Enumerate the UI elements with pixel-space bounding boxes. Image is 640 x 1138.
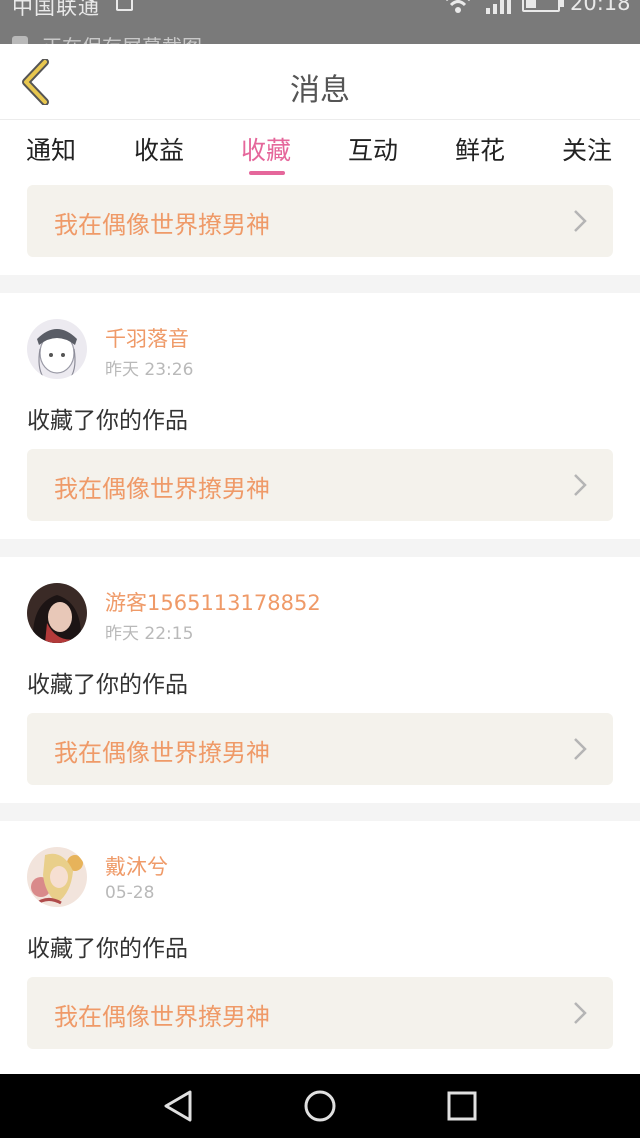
system-nav-bar bbox=[0, 1074, 640, 1138]
chevron-right-icon bbox=[574, 474, 587, 496]
page-title: 消息 bbox=[290, 73, 350, 108]
tab-bar: 通知 收益 收藏 互动 鲜花 关注 bbox=[0, 121, 640, 179]
chevron-right-icon bbox=[574, 1002, 587, 1024]
username[interactable]: 游客1565113178852 bbox=[105, 587, 321, 617]
message-list: 我在偶像世界撩男神 千羽落音 昨天 23:26 收藏了你的作品 我在偶像世界撩男… bbox=[0, 179, 640, 1074]
message-card: 戴沐兮 05-28 收藏了你的作品 我在偶像世界撩男神 bbox=[0, 821, 640, 1074]
work-link[interactable]: 我在偶像世界撩男神 bbox=[27, 185, 613, 257]
work-title: 我在偶像世界撩男神 bbox=[54, 1003, 270, 1031]
tab-following[interactable]: 关注 bbox=[562, 131, 612, 167]
timestamp: 昨天 22:15 bbox=[105, 624, 194, 644]
message-card: 千羽落音 昨天 23:26 收藏了你的作品 我在偶像世界撩男神 bbox=[0, 293, 640, 539]
sim-icon bbox=[116, 0, 133, 11]
signal-icon bbox=[486, 0, 511, 14]
work-link[interactable]: 我在偶像世界撩男神 bbox=[27, 449, 613, 521]
message-card: 游客1565113178852 昨天 22:15 收藏了你的作品 我在偶像世界撩… bbox=[0, 557, 640, 803]
username[interactable]: 戴沐兮 bbox=[105, 851, 168, 881]
tab-notifications[interactable]: 通知 bbox=[26, 131, 76, 167]
work-title: 我在偶像世界撩男神 bbox=[54, 475, 270, 503]
screenshot-notice: 正在保存屏幕截图... bbox=[42, 31, 221, 44]
square-recents-icon bbox=[447, 1091, 477, 1121]
battery-icon bbox=[522, 0, 564, 12]
carrier-name: 中国联通 bbox=[12, 0, 100, 19]
tab-flowers[interactable]: 鲜花 bbox=[455, 131, 505, 167]
message-text: 收藏了你的作品 bbox=[27, 936, 188, 962]
tab-interactions[interactable]: 互动 bbox=[348, 131, 398, 167]
app-header: 消息 bbox=[0, 44, 640, 120]
work-title: 我在偶像世界撩男神 bbox=[54, 211, 270, 239]
username[interactable]: 千羽落音 bbox=[105, 323, 189, 353]
chevron-right-icon bbox=[574, 210, 587, 232]
active-tab-indicator bbox=[249, 171, 285, 175]
screenshot-icon bbox=[12, 36, 28, 44]
clock: 20:18 bbox=[570, 0, 631, 15]
circle-home-icon bbox=[304, 1090, 336, 1122]
nav-home-button[interactable] bbox=[298, 1084, 342, 1128]
tab-earnings[interactable]: 收益 bbox=[134, 131, 184, 167]
triangle-back-icon bbox=[164, 1090, 192, 1122]
work-link[interactable]: 我在偶像世界撩男神 bbox=[27, 977, 613, 1049]
chevron-right-icon bbox=[574, 738, 587, 760]
nav-back-button[interactable] bbox=[156, 1084, 200, 1128]
nav-recents-button[interactable] bbox=[440, 1084, 484, 1128]
avatar[interactable] bbox=[27, 847, 87, 907]
message-text: 收藏了你的作品 bbox=[27, 408, 188, 434]
message-card: 我在偶像世界撩男神 bbox=[0, 179, 640, 275]
status-bar: 中国联通 正在保存屏幕截图... 20:18 bbox=[0, 0, 640, 44]
work-title: 我在偶像世界撩男神 bbox=[54, 739, 270, 767]
avatar[interactable] bbox=[27, 319, 87, 379]
timestamp: 05-28 bbox=[105, 883, 155, 903]
work-link[interactable]: 我在偶像世界撩男神 bbox=[27, 713, 613, 785]
tab-favorites[interactable]: 收藏 bbox=[241, 131, 291, 167]
timestamp: 昨天 23:26 bbox=[105, 360, 194, 380]
avatar[interactable] bbox=[27, 583, 87, 643]
message-text: 收藏了你的作品 bbox=[27, 672, 188, 698]
wifi-icon bbox=[446, 0, 470, 13]
